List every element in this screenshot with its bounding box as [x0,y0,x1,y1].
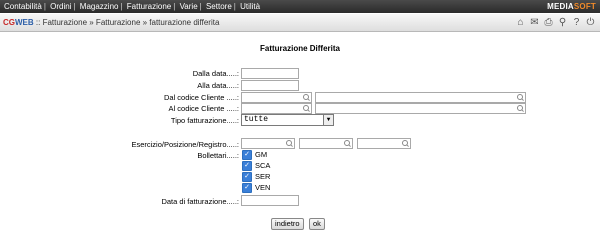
tipo-fatturazione-label: Tipo fatturazione.....: [170,116,239,125]
brand-logo: MEDIASOFT [547,2,596,11]
top-menubar: Contabilità | Ordini | Magazzino | Fatturaz… [0,0,600,13]
menu-item-varie[interactable]: Varie [180,2,198,11]
app-logo: CGWEB [3,18,34,27]
print-icon[interactable]: ⎙ [543,17,554,28]
menu-item-ordini[interactable]: Ordini [50,2,71,11]
help-icon[interactable]: ? [571,17,582,28]
data-fatturazione-label: Data di fatturazione.....: [161,197,239,206]
power-icon[interactable]: ⏻ [585,17,596,28]
ok-button[interactable]: ok [309,218,325,230]
dal-cliente-code-input[interactable] [241,92,312,103]
menu-item-magazzino[interactable]: Magazzino [80,2,119,11]
dal-cliente-label: Dal codice Cliente .....: [163,93,239,102]
search-icon[interactable]: ⚲ [557,17,568,28]
posizione-input[interactable] [299,138,353,149]
mail-icon[interactable]: ✉ [529,17,540,28]
alla-data-input[interactable] [241,80,299,91]
toolbar-icons: ⌂ ✉ ⎙ ⚲ ? ⏻ [515,16,596,29]
home-icon[interactable]: ⌂ [515,17,526,28]
menu-item-contabilita[interactable]: Contabilità [4,2,42,11]
bollettario-ser-checkbox[interactable]: ✓ [242,172,252,182]
esercizio-input[interactable] [241,138,295,149]
tipo-fatturazione-value: tutte [244,115,269,124]
menu-item-settore[interactable]: Settore [206,2,232,11]
chevron-down-icon[interactable]: ▼ [323,115,333,125]
breadcrumb-path: :: Fatturazione » Fatturazione » fattura… [33,18,220,27]
bollettario-sca-label: SCA [255,161,271,170]
bollettario-ven-label: VEN [255,183,271,192]
tipo-fatturazione-select[interactable]: tutte ▼ [241,114,334,126]
menu-item-utilita[interactable]: Utilità [240,2,260,11]
data-fatturazione-input[interactable] [241,195,299,206]
bollettario-sca-checkbox[interactable]: ✓ [242,161,252,171]
bollettario-ser-label: SER [255,172,271,181]
back-button[interactable]: indietro [271,218,304,230]
breadcrumb: CGWEB :: Fatturazione » Fatturazione » f… [3,14,219,31]
dalla-data-input[interactable] [241,68,299,79]
page-title: Fatturazione Differita [259,44,340,53]
al-cliente-name-input[interactable] [315,103,526,114]
main-menu: Contabilità | Ordini | Magazzino | Fatturaz… [4,2,261,11]
esercizio-label: Esercizio/Posizione/Registro.....: [131,140,239,149]
alla-data-label: Alla data.....: [197,81,239,90]
bollettari-label: Bollettari.....: [197,151,239,160]
breadcrumb-bar: CGWEB :: Fatturazione » Fatturazione » f… [0,14,600,32]
registro-input[interactable] [357,138,411,149]
al-cliente-label: Al codice Cliente .....: [168,104,239,113]
dal-cliente-name-input[interactable] [315,92,526,103]
bollettario-gm-label: GM [255,150,268,159]
al-cliente-code-input[interactable] [241,103,312,114]
bollettario-ven-checkbox[interactable]: ✓ [242,183,252,193]
dalla-data-label: Dalla data.....: [192,69,239,78]
menu-item-fatturazione[interactable]: Fatturazione [127,2,171,11]
bollettario-gm-checkbox[interactable]: ✓ [242,150,252,160]
